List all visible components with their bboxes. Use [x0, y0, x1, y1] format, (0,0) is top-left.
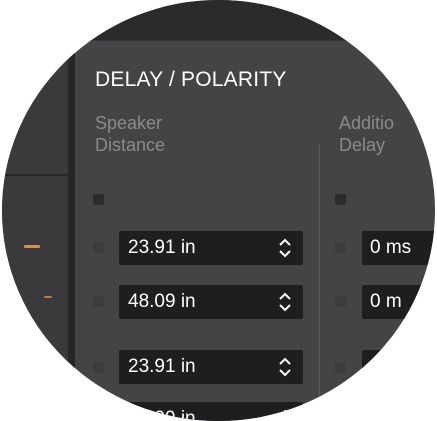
column-separator: [319, 144, 320, 421]
additional-delay-field[interactable]: [362, 350, 435, 384]
column-header-line: Speaker: [95, 113, 163, 133]
column-header-additional-delay: Additio Delay: [339, 112, 394, 156]
speaker-distance-value: 48.09 in: [128, 291, 196, 312]
zoomed-view: DELAY / POLARITY Speaker Distance Additi…: [2, 0, 435, 421]
left-panel: [2, 0, 68, 421]
up-down-stepper-icon[interactable]: [279, 357, 291, 377]
channel-indicator[interactable]: [93, 296, 104, 307]
column-header-speaker-distance: Speaker Distance: [95, 112, 165, 156]
column-header-line: Additio: [339, 113, 395, 133]
panel-divider: [68, 40, 75, 421]
channel-marker: [44, 296, 52, 298]
master-delay-indicator[interactable]: [335, 194, 346, 205]
speaker-distance-field[interactable]: 48.09 in: [119, 285, 303, 319]
column-header-line: Distance: [95, 135, 166, 155]
channel-marker: [24, 245, 40, 248]
up-down-stepper-icon[interactable]: [279, 409, 291, 421]
speaker-distance-field[interactable]: 23.91 in: [119, 231, 303, 265]
channel-indicator[interactable]: [93, 242, 104, 253]
additional-delay-value: 0 m: [370, 291, 402, 312]
up-down-stepper-icon[interactable]: [279, 292, 291, 312]
column-header-line: Delay: [339, 135, 386, 155]
section-title: DELAY / POLARITY: [95, 68, 287, 91]
speaker-distance-field[interactable]: 23.91 in: [119, 350, 303, 384]
additional-delay-field[interactable]: 0 ms: [362, 231, 435, 265]
channel-indicator[interactable]: [335, 296, 346, 307]
speaker-distance-field[interactable]: 48.09 in: [119, 402, 303, 421]
additional-delay-value: 0 ms: [370, 237, 412, 258]
speaker-distance-value: 23.91 in: [128, 237, 196, 258]
channel-indicator[interactable]: [335, 242, 346, 253]
channel-indicator[interactable]: [93, 362, 104, 373]
additional-delay-field[interactable]: 0 m: [362, 285, 435, 319]
up-down-stepper-icon[interactable]: [279, 238, 291, 258]
channel-indicator[interactable]: [335, 362, 346, 373]
master-distance-indicator[interactable]: [93, 194, 104, 205]
speaker-distance-value: 48.09 in: [128, 408, 196, 421]
left-panel-divider: [2, 174, 68, 176]
speaker-distance-value: 23.91 in: [128, 356, 196, 377]
additional-delay-field[interactable]: [362, 402, 435, 421]
